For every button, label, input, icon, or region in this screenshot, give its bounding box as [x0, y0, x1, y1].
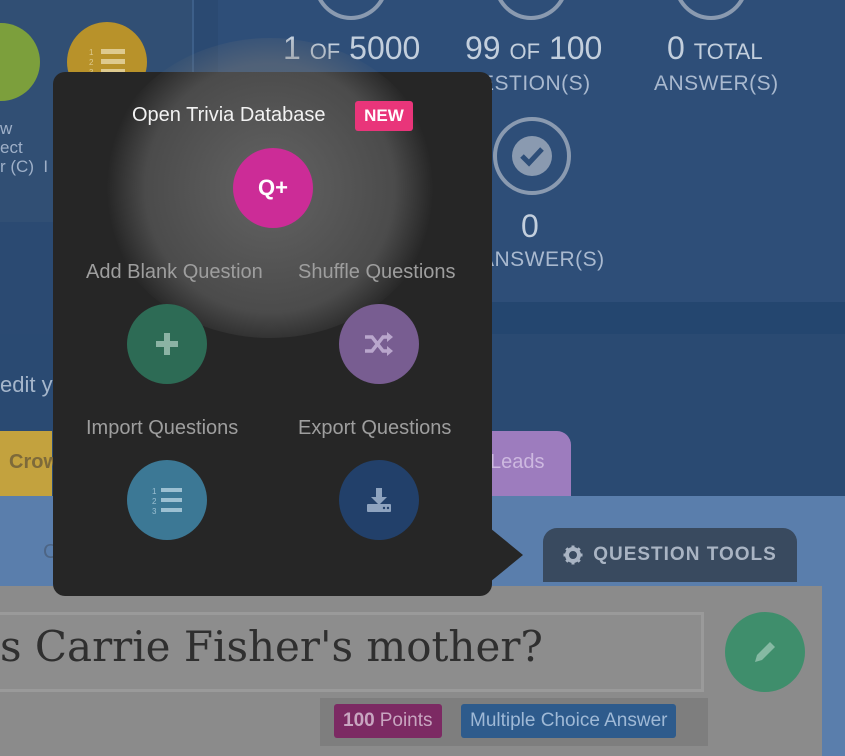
correct-answers-ring — [493, 117, 571, 195]
stat-total-answers: 0 TOTAL — [667, 30, 763, 67]
of-word: OF — [509, 39, 541, 64]
stat-correct-count: 0 — [521, 208, 539, 244]
svg-text:2: 2 — [89, 58, 94, 67]
import-questions-button[interactable]: 1 2 3 — [127, 460, 207, 540]
edit-hint: edit y — [0, 372, 53, 397]
export-questions-button[interactable] — [339, 460, 419, 540]
edit-question-button[interactable] — [725, 612, 805, 692]
left-caption-1: w — [0, 119, 13, 138]
shuffle-questions-button[interactable] — [339, 304, 419, 384]
download-icon — [367, 488, 391, 512]
stat-question-count: 99 OF 100 — [465, 30, 602, 67]
import-questions-label: Import Questions — [86, 417, 239, 439]
points-value: 100 — [343, 710, 375, 731]
shuffle-questions-label: Shuffle Questions — [298, 261, 456, 283]
plus-icon — [156, 333, 178, 355]
points-badge[interactable]: 100 Points — [334, 704, 442, 738]
numbered-list-icon: 1 2 3 — [152, 487, 182, 515]
points-word: Points — [379, 710, 433, 731]
export-questions-label: Export Questions — [298, 417, 452, 439]
open-trivia-db-label: Open Trivia Database — [132, 104, 326, 126]
left-caption-3: r (C) I — [0, 157, 49, 176]
stat-question-caption: ESTION(S) — [480, 72, 591, 95]
svg-text:3: 3 — [152, 507, 157, 515]
check-circle-icon — [512, 136, 552, 176]
svg-text:1: 1 — [152, 487, 157, 496]
tab-leads[interactable]: Leads — [490, 431, 571, 496]
popover-pointer — [490, 528, 523, 582]
stat-total-caption: ANSWER(S) — [654, 72, 779, 95]
question-count: 99 — [465, 30, 501, 66]
shuffle-icon — [365, 332, 393, 356]
svg-text:1: 1 — [89, 48, 94, 57]
new-badge: NEW — [355, 101, 413, 131]
left-caption-2: ect — [0, 138, 23, 157]
stat-correct-caption: ANSWER(S) — [480, 248, 605, 271]
gear-icon — [563, 545, 583, 565]
pencil-icon — [755, 642, 775, 662]
total-word: TOTAL — [693, 39, 763, 64]
add-blank-question-button[interactable] — [127, 304, 207, 384]
question-type-badge[interactable]: Multiple Choice Answer — [461, 704, 677, 738]
question-max: 100 — [548, 30, 603, 66]
question-tools-label: QUESTION TOOLS — [593, 544, 777, 565]
question-tools-tab[interactable]: QUESTION TOOLS — [543, 528, 797, 582]
tab-crowd-label: Crow — [9, 451, 59, 473]
add-blank-question-label: Add Blank Question — [86, 261, 263, 283]
tab-crowd[interactable]: Crow — [0, 431, 59, 496]
total-answer-count: 0 — [667, 30, 685, 66]
tab-leads-label: Leads — [490, 451, 545, 473]
question-text: s Carrie Fisher's mother? — [0, 622, 543, 671]
open-trivia-db-button[interactable]: Q+ — [233, 148, 313, 228]
svg-text:2: 2 — [152, 497, 157, 506]
